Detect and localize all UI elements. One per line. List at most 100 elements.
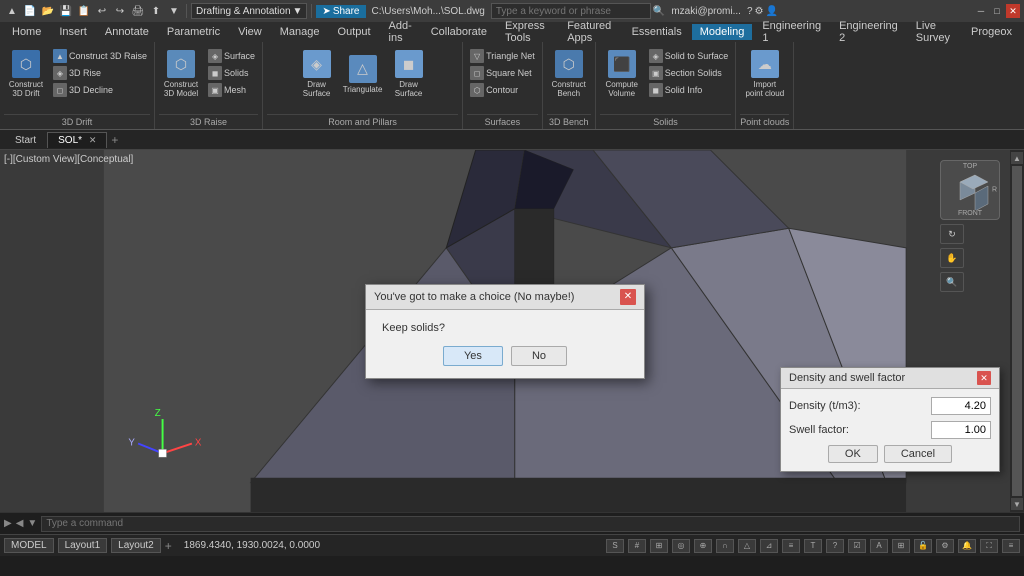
custom-btn[interactable]: ≡ bbox=[1002, 539, 1020, 553]
osnap-btn[interactable]: ⊕ bbox=[694, 539, 712, 553]
notify-btn[interactable]: 🔔 bbox=[958, 539, 976, 553]
search-icon[interactable]: 🔍 bbox=[653, 6, 665, 17]
import-pointcloud-btn[interactable]: ☁ Importpoint cloud bbox=[743, 46, 787, 102]
surf-s2-icon: ◻ bbox=[470, 66, 484, 80]
raise-sub3-btn[interactable]: ▣ Mesh bbox=[205, 82, 258, 98]
raise-sub1-btn[interactable]: ◈ Surface bbox=[205, 48, 258, 64]
account-icon[interactable]: 👤 bbox=[765, 6, 777, 17]
lw-btn[interactable]: ≡ bbox=[782, 539, 800, 553]
workspace-dropdown[interactable]: Drafting & Annotation ▼ bbox=[191, 3, 307, 19]
anno-btn[interactable]: A bbox=[870, 539, 888, 553]
tab-start[interactable]: Start bbox=[4, 132, 47, 148]
tab-sol[interactable]: SOL* ✕ bbox=[47, 132, 107, 148]
scroll-up-btn[interactable]: ▲ bbox=[1011, 152, 1023, 164]
help-icon[interactable]: ? bbox=[747, 6, 753, 17]
share-arrow-icon: ➤ bbox=[322, 6, 330, 17]
menu-progeox[interactable]: Progeox bbox=[963, 24, 1020, 40]
sol-s2-btn[interactable]: ▣ Section Solids bbox=[646, 65, 732, 81]
undo-btn[interactable]: ↩ bbox=[94, 3, 110, 19]
sol-s3-label: Solid Info bbox=[665, 85, 703, 95]
tab-start-label: Start bbox=[15, 135, 36, 146]
drift-sub1-btn[interactable]: ◈ 3D Rise bbox=[50, 65, 150, 81]
sol-s3-btn[interactable]: ◼ Solid Info bbox=[646, 82, 732, 98]
otrack-btn[interactable]: ∩ bbox=[716, 539, 734, 553]
redo-btn[interactable]: ↪ bbox=[112, 3, 128, 19]
snap-btn[interactable]: S bbox=[606, 539, 624, 553]
menu-manage[interactable]: Manage bbox=[272, 24, 328, 40]
draw-surface2-btn[interactable]: ◼ DrawSurface bbox=[387, 46, 431, 102]
minimize-btn[interactable]: ─ bbox=[974, 4, 988, 18]
construct-3d-drift-btn[interactable]: ⬡ Construct3D Drift bbox=[4, 46, 48, 102]
add-layout-btn[interactable]: + bbox=[165, 539, 172, 553]
hw-btn[interactable]: ⚙ bbox=[936, 539, 954, 553]
modal-close-button[interactable]: ✕ bbox=[620, 289, 636, 305]
menu-insert[interactable]: Insert bbox=[51, 24, 95, 40]
modal-no-button[interactable]: No bbox=[511, 346, 567, 366]
raise-sub2-btn[interactable]: ◼ Solids bbox=[205, 65, 258, 81]
menu-bar: Home Insert Annotate Parametric View Man… bbox=[0, 22, 1024, 42]
construct-bench-label: ConstructBench bbox=[552, 80, 586, 98]
menu-essentials[interactable]: Essentials bbox=[624, 24, 690, 40]
tab-sol-close[interactable]: ✕ bbox=[89, 135, 97, 145]
draw-surface-icon: ◈ bbox=[303, 50, 331, 78]
ribbon-col-solids: ◈ Solid to Surface ▣ Section Solids ◼ So… bbox=[646, 46, 732, 98]
grid-btn[interactable]: # bbox=[628, 539, 646, 553]
close-btn[interactable]: ✕ bbox=[1006, 4, 1020, 18]
command-input[interactable] bbox=[41, 516, 1020, 532]
print-btn[interactable]: 🖨 bbox=[130, 3, 146, 19]
scroll-down-btn[interactable]: ▼ bbox=[1011, 498, 1023, 510]
open-btn[interactable]: 📂 bbox=[40, 3, 56, 19]
modal-yes-button[interactable]: Yes bbox=[443, 346, 503, 366]
triangulate-btn[interactable]: △ Triangulate bbox=[341, 46, 385, 102]
menu-annotate[interactable]: Annotate bbox=[97, 24, 157, 40]
lock-btn[interactable]: 🔓 bbox=[914, 539, 932, 553]
ortho-btn[interactable]: ⊞ bbox=[650, 539, 668, 553]
new-tab-btn[interactable]: + bbox=[111, 133, 118, 147]
3dosnap-btn[interactable]: △ bbox=[738, 539, 756, 553]
drift-sub2-btn[interactable]: ◻ 3D Decline bbox=[50, 82, 150, 98]
dyn-btn[interactable]: ⊿ bbox=[760, 539, 778, 553]
surf-s1-btn[interactable]: ▽ Triangle Net bbox=[467, 48, 538, 64]
compute-volume-btn[interactable]: ⬛ ComputeVolume bbox=[600, 46, 644, 102]
polar-btn[interactable]: ◎ bbox=[672, 539, 690, 553]
cmd-down-icon[interactable]: ▼ bbox=[27, 518, 37, 529]
ws-btn[interactable]: ⊞ bbox=[892, 539, 910, 553]
menu-output[interactable]: Output bbox=[330, 24, 379, 40]
menu-modeling[interactable]: Modeling bbox=[692, 24, 753, 40]
surf-s2-btn[interactable]: ◻ Square Net bbox=[467, 65, 538, 81]
new-btn[interactable]: 📄 bbox=[22, 3, 38, 19]
settings-icon[interactable]: ⚙ bbox=[755, 6, 764, 17]
cmd-nav-icon[interactable]: ◀ bbox=[16, 518, 24, 529]
modal-title-text: You've got to make a choice (No maybe!) bbox=[374, 291, 574, 303]
draw-surface2-label: DrawSurface bbox=[395, 80, 423, 98]
construct-bench-btn[interactable]: ⬡ ConstructBench bbox=[547, 46, 591, 102]
fullscreen-btn[interactable]: ⛶ bbox=[980, 539, 998, 553]
surf-s3-btn[interactable]: ⬡ Contour bbox=[467, 82, 538, 98]
tp-btn[interactable]: T bbox=[804, 539, 822, 553]
search-input[interactable] bbox=[491, 3, 651, 19]
app-menu-btn[interactable]: ▲ bbox=[4, 3, 20, 19]
layout1-tab[interactable]: Layout1 bbox=[58, 538, 108, 553]
publish-btn[interactable]: ⬆ bbox=[148, 3, 164, 19]
menu-parametric[interactable]: Parametric bbox=[159, 24, 228, 40]
menu-view[interactable]: View bbox=[230, 24, 270, 40]
qp-btn[interactable]: ? bbox=[826, 539, 844, 553]
construct-3d-raise-btn[interactable]: ▲ Construct 3D Raise bbox=[50, 48, 150, 64]
menu-collaborate[interactable]: Collaborate bbox=[423, 24, 495, 40]
model-tab[interactable]: MODEL bbox=[4, 538, 54, 553]
menu-home[interactable]: Home bbox=[4, 24, 49, 40]
raise-sub2-icon: ◼ bbox=[208, 66, 222, 80]
save-as-btn[interactable]: 📋 bbox=[76, 3, 92, 19]
layout2-tab[interactable]: Layout2 bbox=[111, 538, 161, 553]
construct-3d-raise-label: Construct 3D Raise bbox=[69, 51, 147, 61]
save-btn[interactable]: 💾 bbox=[58, 3, 74, 19]
sel-btn[interactable]: ☑ bbox=[848, 539, 866, 553]
maximize-btn[interactable]: □ bbox=[990, 4, 1004, 18]
scroll-thumb[interactable] bbox=[1012, 166, 1022, 496]
more-btn[interactable]: ▼ bbox=[166, 3, 182, 19]
construct-3d-model-btn[interactable]: ⬡ Construct3D Model bbox=[159, 46, 203, 102]
sol-s1-btn[interactable]: ◈ Solid to Surface bbox=[646, 48, 732, 64]
share-button[interactable]: ➤ Share bbox=[316, 5, 365, 18]
surf-s1-label: Triangle Net bbox=[486, 51, 535, 61]
draw-surface-btn[interactable]: ◈ DrawSurface bbox=[295, 46, 339, 102]
